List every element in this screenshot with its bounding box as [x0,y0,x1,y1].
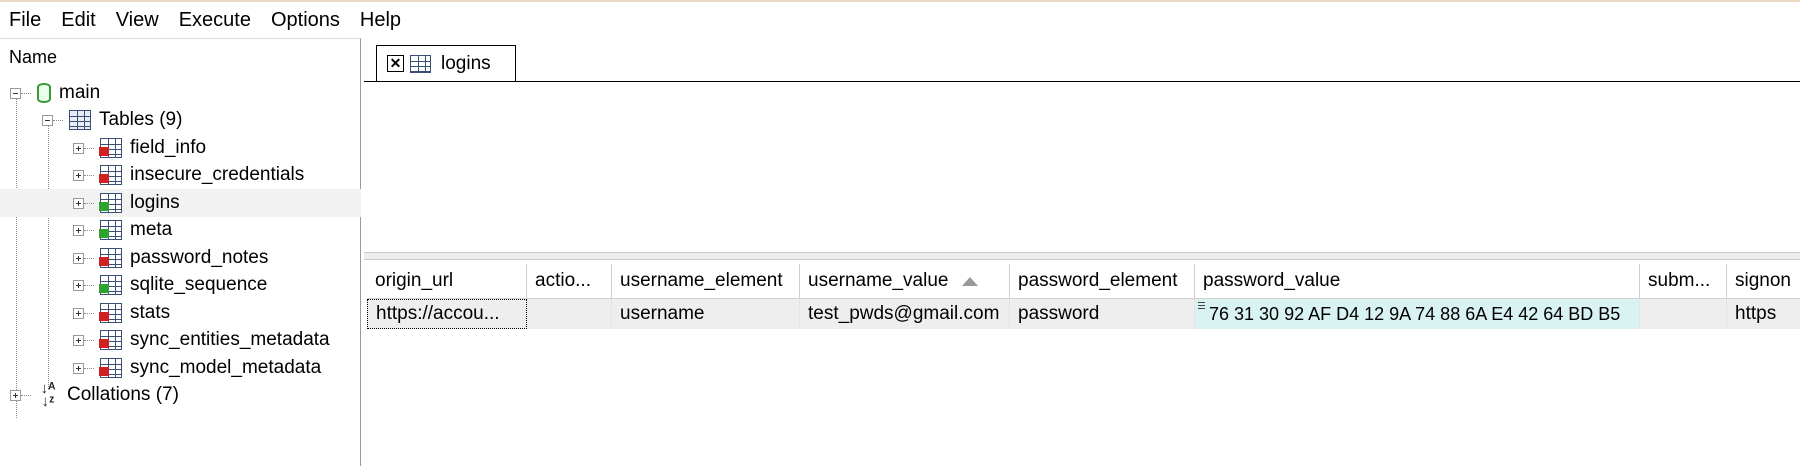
cell-signon[interactable]: https [1727,299,1800,329]
cell-blob-text: 76 31 30 92 AF D4 12 9A 74 88 6A E4 42 6… [1209,303,1621,324]
cell-username-value[interactable]: test_pwds@gmail.com [800,299,1010,329]
expand-icon[interactable] [10,389,21,401]
tab-logins[interactable]: ✕ logins [376,45,516,81]
cell-password-value[interactable]: 76 31 30 92 AF D4 12 9A 74 88 6A E4 42 6… [1195,299,1640,329]
editor-panel: ✕ logins origin_url actio... username_el… [364,38,1800,466]
tree-node-table-sync-model-metadata[interactable]: sync_model_metadata [73,354,321,382]
table-icon [99,275,122,295]
tree-node-label: stats [130,302,171,323]
table-icon [99,220,122,240]
expand-icon[interactable] [73,252,84,264]
column-header-label: username_value [808,270,949,291]
tree-node-table-meta[interactable]: meta [73,216,172,244]
table-icon [99,193,122,213]
tree-node-table-sqlite-sequence[interactable]: sqlite_sequence [73,271,267,299]
tab-label: logins [441,52,491,74]
tree-node-table-insecure-credentials[interactable]: insecure_credentials [73,161,304,189]
tree-node-label: Collations (7) [67,384,179,405]
cell-username-element[interactable]: username [612,299,800,329]
tree-node-label: meta [130,219,173,240]
column-header-password-value[interactable]: password_value [1195,264,1640,299]
results-grid: origin_url actio... username_element use… [367,264,1800,466]
expand-icon[interactable] [73,307,84,319]
tree-node-table-field-info[interactable]: field_info [73,134,206,162]
tab-strip: ✕ logins [364,38,1800,82]
column-header-signon[interactable]: signon [1727,264,1800,299]
tree-node-label: field_info [130,137,207,158]
expand-icon[interactable] [73,169,84,181]
menu-help[interactable]: Help [352,9,409,32]
table-row[interactable]: https://accou... username test_pwds@gmai… [367,299,1800,329]
menu-execute[interactable]: Execute [171,9,259,32]
expand-icon[interactable] [73,334,84,346]
table-icon [99,330,122,350]
column-header-username-element[interactable]: username_element [612,264,800,299]
query-editor[interactable] [364,82,1800,252]
tree-node-collations[interactable]: ↓ᴬ ↓ᶻ Collations (7) [10,381,179,409]
expand-icon[interactable] [73,142,84,154]
tree-node-main[interactable]: main [10,79,100,107]
schema-tree-panel: Name main Tables (9) field_info insecure… [0,38,361,466]
menu-options[interactable]: Options [263,9,348,32]
menu-edit[interactable]: Edit [53,9,103,32]
table-icon [410,54,431,73]
tree-node-table-logins[interactable]: logins [0,189,361,217]
tree-node-label: password_notes [130,247,269,268]
tree-node-label: sqlite_sequence [130,274,268,295]
table-icon [99,248,122,268]
tables-folder-icon [69,110,91,130]
tree-node-tables[interactable]: Tables (9) [42,106,182,134]
expand-icon[interactable] [73,224,84,236]
expand-icon[interactable] [73,197,84,209]
menu-file[interactable]: File [0,9,49,32]
column-header-origin-url[interactable]: origin_url [367,264,527,299]
tree-node-label: insecure_credentials [130,164,305,185]
tree-column-header: Name [9,47,58,67]
column-header-submit[interactable]: subm... [1640,264,1727,299]
tree-node-table-stats[interactable]: stats [73,299,170,327]
close-icon[interactable]: ✕ [387,55,404,72]
tree-node-label: Tables (9) [99,109,183,130]
table-icon [99,138,122,158]
cell-action[interactable] [527,299,612,329]
tree-node-label: logins [130,192,180,213]
tree-node-label: main [59,82,101,103]
collapse-icon[interactable] [10,87,21,99]
column-header-password-element[interactable]: password_element [1010,264,1195,299]
menu-view[interactable]: View [108,9,167,32]
tree-node-label: sync_entities_metadata [130,329,330,350]
tree-node-table-sync-entities-metadata[interactable]: sync_entities_metadata [73,326,330,354]
tree-node-table-password-notes[interactable]: password_notes [73,244,268,272]
cell-submit[interactable] [1640,299,1727,329]
expand-icon[interactable] [73,279,84,291]
grid-header-row: origin_url actio... username_element use… [367,264,1800,299]
database-icon [37,83,51,103]
sort-az-icon: ↓ᴬ ↓ᶻ [40,380,56,410]
cell-password-element[interactable]: password [1010,299,1195,329]
table-icon [99,165,122,185]
pane-splitter[interactable] [364,252,1800,260]
column-header-action[interactable]: actio... [527,264,612,299]
blob-icon [1198,302,1205,311]
column-header-username-value[interactable]: username_value [800,264,1010,299]
sort-ascending-icon [962,276,979,286]
tree-node-label: sync_model_metadata [130,357,322,378]
table-icon [99,358,122,378]
expand-icon[interactable] [73,362,84,374]
table-icon [99,303,122,323]
menu-bar: File Edit View Execute Options Help [0,0,1800,38]
collapse-icon[interactable] [42,114,53,126]
cell-origin-url[interactable]: https://accou... [367,299,527,329]
